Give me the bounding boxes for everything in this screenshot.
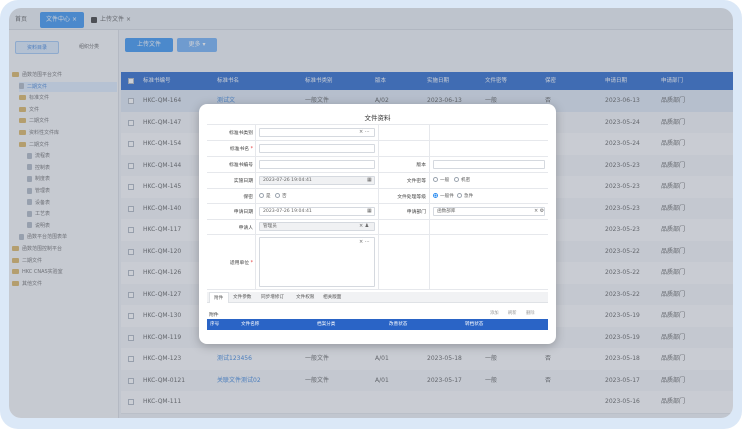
add-attachment-button[interactable]: 添加 [490, 310, 499, 316]
confidential-label: 保密 [243, 195, 253, 200]
refresh-attachment-button[interactable]: 刷新 [508, 310, 517, 316]
divider [207, 289, 548, 290]
radio-secret-label: 机密 [461, 178, 471, 183]
radio-dot [259, 193, 264, 198]
name-label-text: 标准书名 [229, 147, 250, 152]
required-mark: * [250, 261, 253, 266]
applicant-label: 申请人 [238, 226, 253, 231]
attachment-section-label: 附件 [209, 313, 219, 318]
calendar-icon[interactable]: ▦ [367, 207, 372, 215]
subtab-related[interactable]: 相关版面 [323, 292, 341, 303]
subtab-attachments[interactable]: 附件 [209, 292, 229, 303]
radio-dot [275, 193, 280, 198]
version-label: 版本 [416, 163, 426, 168]
subtab-permissions[interactable]: 文件权限 [296, 292, 314, 303]
scope-label: 适用单位 * [207, 259, 253, 266]
user-picker-icon[interactable]: × ♟ [359, 222, 369, 230]
clear-icon[interactable]: × ⚙ [534, 207, 544, 215]
divider [378, 124, 379, 289]
name-label: 标准书名 * [207, 145, 253, 152]
scope-textarea[interactable] [259, 237, 375, 287]
version-input[interactable] [433, 160, 545, 169]
col-index: 序号 [210, 322, 220, 327]
apply-dept-select[interactable]: 函数部库 [433, 207, 545, 216]
radio-no-label: 否 [282, 194, 287, 199]
apply-dept-label: 申请部门 [406, 210, 426, 215]
category-label: 标准书类别 [229, 131, 253, 136]
radio-yes[interactable]: 是 [259, 193, 271, 199]
apply-date-label: 申请日期 [233, 210, 253, 215]
modal-title: 文件资料 [364, 114, 391, 122]
col-improve-status: 改善状态 [389, 322, 408, 327]
scope-label-text: 适用单位 [229, 261, 250, 266]
radio-secret[interactable]: 机密 [454, 177, 470, 183]
attachment-table-header: 序号 文件名称 档案分类 改善状态 转档状态 [207, 319, 548, 330]
radio-normal[interactable]: 一般件 [433, 193, 454, 199]
radio-dot [433, 177, 438, 182]
category-select[interactable] [259, 128, 375, 137]
radio-urgent[interactable]: 急件 [457, 193, 473, 199]
clear-icon[interactable]: × ··· [359, 238, 370, 246]
radio-dot-selected [433, 193, 438, 198]
handle-level-label: 文件处理等级 [397, 195, 426, 200]
subtab-params[interactable]: 文件参数 [233, 292, 251, 303]
col-file-name: 文件名称 [241, 322, 260, 327]
radio-no[interactable]: 否 [275, 193, 287, 199]
radio-urgent-label: 急件 [464, 194, 474, 199]
radio-dot [454, 177, 459, 182]
col-archive-category: 档案分类 [317, 322, 336, 327]
calendar-icon[interactable]: ▦ [367, 176, 372, 184]
divider [255, 124, 256, 289]
number-input[interactable] [259, 160, 375, 169]
delete-attachment-button[interactable]: 删除 [526, 310, 535, 316]
name-input[interactable] [259, 144, 375, 153]
required-mark: * [250, 147, 253, 152]
file-info-modal: 文件资料 标准书类别 × ··· 标准书名 * 标准书编号 版本 实施日期 20… [199, 104, 556, 344]
col-convert-status: 转档状态 [465, 322, 484, 327]
subtab-sync-revision[interactable]: 同步增修订 [261, 292, 284, 303]
applicant-input[interactable]: 管理员 [259, 222, 375, 231]
apply-date-input[interactable]: 2023-07-26 19:04:41 [259, 207, 375, 216]
number-label: 标准书编号 [229, 163, 253, 168]
radio-dot [457, 193, 462, 198]
radio-general[interactable]: 一般 [433, 177, 449, 183]
divider [429, 124, 430, 289]
radio-normal-label: 一般件 [440, 194, 454, 199]
impl-date-label: 实施日期 [233, 179, 253, 184]
secret-level-label: 文件密等 [406, 179, 426, 184]
radio-yes-label: 是 [266, 194, 271, 199]
clear-icon[interactable]: × ··· [359, 128, 370, 136]
sub-tab-bar: 附件 文件参数 同步增修订 文件权限 相关版面 [207, 292, 548, 303]
impl-date-input[interactable]: 2023-07-26 19:04:41 [259, 176, 375, 185]
radio-general-label: 一般 [440, 178, 450, 183]
